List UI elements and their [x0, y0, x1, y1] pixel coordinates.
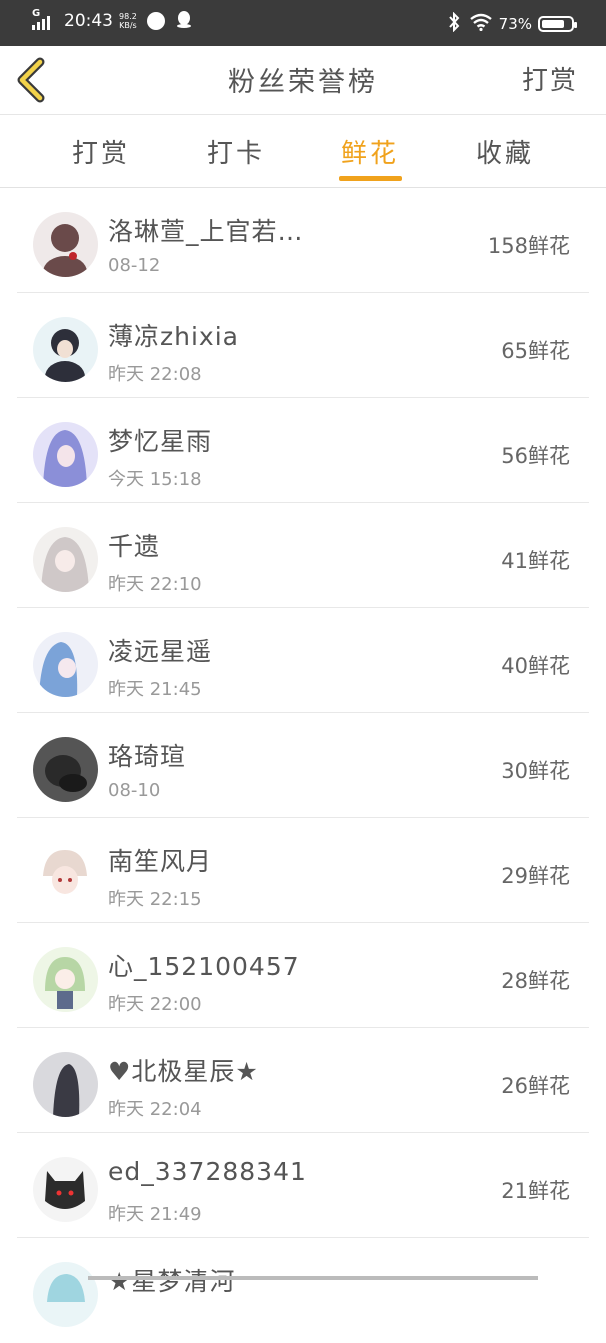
tab-favorites[interactable]: 收藏: [476, 133, 534, 170]
username: 千遗: [108, 532, 161, 561]
avatar: [33, 1052, 98, 1117]
avatar: [33, 1157, 98, 1222]
avatar: [33, 737, 98, 802]
avatar: [33, 842, 98, 907]
flower-count: 30鲜花: [501, 759, 570, 783]
timestamp: 昨天 22:00: [108, 994, 202, 1015]
net-speed: 98.2 KB/s: [119, 12, 137, 30]
status-time: 20:43: [64, 11, 113, 31]
page-title: 粉丝荣誉榜: [228, 67, 378, 98]
avatar: [33, 632, 98, 697]
username: ed_337288341: [108, 1157, 307, 1186]
battery-icon: [538, 16, 577, 32]
flower-count: 65鲜花: [501, 339, 570, 363]
flower-count: 21鲜花: [501, 1179, 570, 1203]
list-item[interactable]: 洛琳萱_上官若… 08-12 158鲜花: [0, 188, 606, 293]
nav-bar: 粉丝荣誉榜 打赏: [0, 46, 606, 115]
qq-icon: [175, 10, 193, 32]
avatar: [33, 212, 98, 277]
flower-count: 56鲜花: [501, 444, 570, 468]
list-item[interactable]: 薄凉zhixia 昨天 22:08 65鲜花: [0, 293, 606, 398]
timestamp: 昨天 22:15: [108, 889, 202, 910]
status-bar: G 20:43 98.2 KB/s 73%: [0, 0, 606, 46]
list-item[interactable]: ★星梦清河: [0, 1238, 606, 1343]
username: 梦忆星雨: [108, 427, 213, 456]
tab-reward[interactable]: 打赏: [72, 133, 130, 170]
username: 薄凉zhixia: [108, 322, 239, 351]
avatar: [33, 317, 98, 382]
list-item[interactable]: 千遗 昨天 22:10 41鲜花: [0, 503, 606, 608]
username: 珞琦瑄: [108, 742, 187, 771]
scroll-indicator: [88, 1276, 538, 1280]
list-item[interactable]: 珞琦瑄 08-10 30鲜花: [0, 713, 606, 818]
avatar: [33, 422, 98, 487]
tab-flowers[interactable]: 鲜花: [341, 133, 399, 170]
timestamp: 昨天 21:49: [108, 1204, 202, 1225]
list-item[interactable]: 凌远星遥 昨天 21:45 40鲜花: [0, 608, 606, 713]
username: 心_152100457: [108, 952, 300, 981]
avatar: [33, 1262, 98, 1327]
username: ★星梦清河: [108, 1267, 236, 1296]
battery-percent: 73%: [498, 15, 532, 33]
list-item[interactable]: ed_337288341 昨天 21:49 21鲜花: [0, 1133, 606, 1238]
flower-count: 41鲜花: [501, 549, 570, 573]
timestamp: 08-10: [108, 780, 161, 801]
reward-button[interactable]: 打赏: [522, 60, 578, 97]
username: 南笙风月: [108, 847, 213, 876]
flower-count: 28鲜花: [501, 969, 570, 993]
avatar: [33, 527, 98, 592]
list-item[interactable]: 梦忆星雨 今天 15:18 56鲜花: [0, 398, 606, 503]
timestamp: 昨天 21:45: [108, 679, 202, 700]
list-item[interactable]: 南笙风月 昨天 22:15 29鲜花: [0, 818, 606, 923]
tab-bar: 打赏 打卡 鲜花 收藏: [0, 115, 606, 188]
timestamp: 昨天 22:10: [108, 574, 202, 595]
timestamp: 08-12: [108, 255, 161, 276]
flower-count: 26鲜花: [501, 1074, 570, 1098]
bluetooth-icon: [447, 11, 461, 36]
flower-count: 29鲜花: [501, 864, 570, 888]
tab-checkin[interactable]: 打卡: [207, 133, 265, 170]
active-tab-indicator: [339, 176, 402, 181]
signal-icon: G: [32, 8, 58, 32]
timestamp: 昨天 22:08: [108, 364, 202, 385]
username: 洛琳萱_上官若…: [108, 217, 304, 246]
list-item[interactable]: 心_152100457 昨天 22:00 28鲜花: [0, 923, 606, 1028]
timestamp: 今天 15:18: [108, 469, 202, 490]
wifi-icon: [469, 13, 493, 35]
username: ♥北极星辰★: [108, 1057, 259, 1086]
app-notification-icon: [146, 12, 165, 30]
timestamp: 昨天 22:04: [108, 1099, 202, 1120]
network-type: G: [32, 8, 41, 19]
username: 凌远星遥: [108, 637, 213, 666]
flower-count: 40鲜花: [501, 654, 570, 678]
flower-count: 158鲜花: [487, 234, 570, 258]
avatar: [33, 947, 98, 1012]
list-item[interactable]: ♥北极星辰★ 昨天 22:04 26鲜花: [0, 1028, 606, 1133]
